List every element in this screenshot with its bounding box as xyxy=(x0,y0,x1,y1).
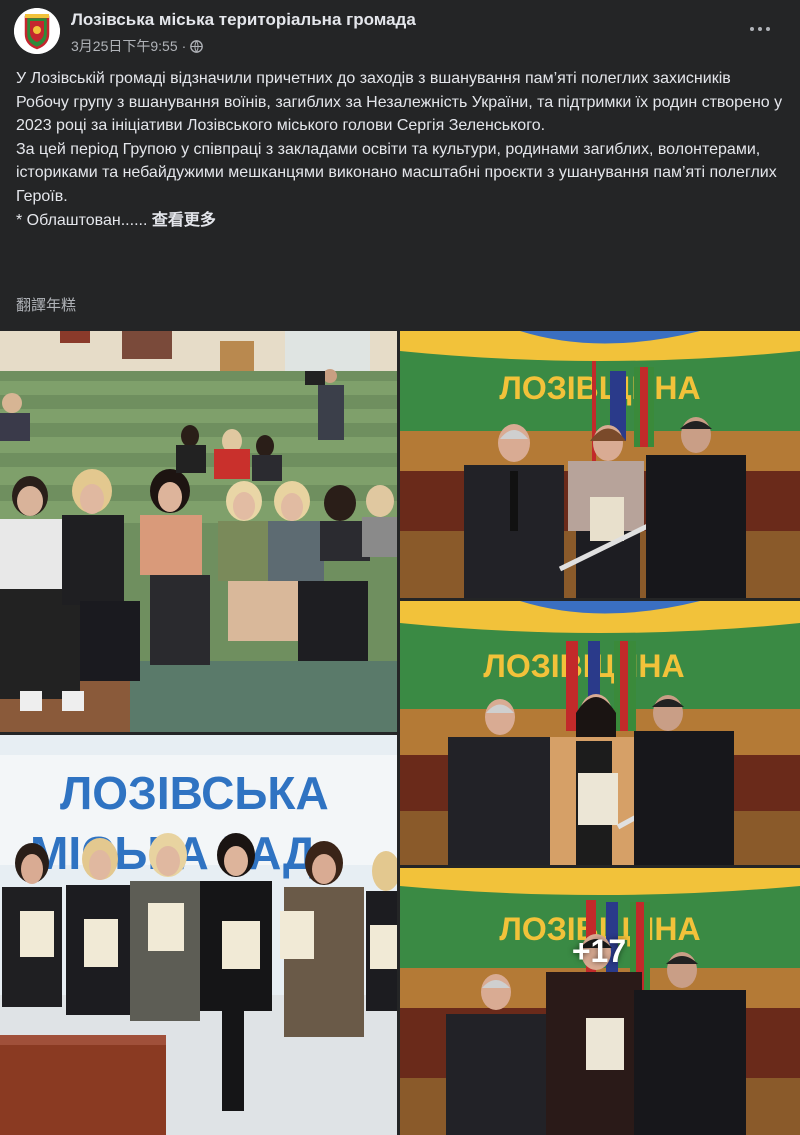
post-paragraph: За цей період Групою у співпраці з закла… xyxy=(16,140,777,205)
globe-icon[interactable] xyxy=(190,39,204,53)
dot-icon xyxy=(766,27,770,31)
photo-group-women[interactable]: ЛОЗІВСЬКА МІСЬКА РАД xyxy=(0,735,397,1135)
more-options-button[interactable] xyxy=(742,14,778,44)
post-text: У Лозівській громаді відзначили причетни… xyxy=(16,67,786,232)
photo-award-2[interactable]: ЛОЗІВЩИНА xyxy=(400,601,800,865)
banner-text: ЛОЗІВЩИНА xyxy=(499,370,700,406)
post-timestamp[interactable]: 3月25日下午9:55 xyxy=(71,36,178,56)
post-paragraph: У Лозівській громаді відзначили причетни… xyxy=(16,70,731,87)
banner-text: ЛОЗІВЩИНА xyxy=(483,648,684,684)
page-name[interactable]: Лозівська міська територіальна громада xyxy=(71,10,416,30)
post-paragraph: Робочу групу з вшанування воїнів, загибл… xyxy=(16,93,783,135)
photo-award-3[interactable]: ЛОЗІВЩИНА +17 xyxy=(400,868,800,1135)
banner-text-line1: ЛОЗІВСЬКА xyxy=(60,767,329,819)
more-photos-count: +17 xyxy=(571,933,627,969)
post-paragraph-truncated: * Облаштован...... 查看更多 xyxy=(16,209,786,233)
coat-of-arms-icon xyxy=(14,8,60,54)
more-photos-overlay[interactable]: +17 xyxy=(400,868,800,1135)
photo-audience-hall[interactable] xyxy=(0,331,397,732)
photo-gallery: ЛОЗІВЩИНА ЛОЗІВЩИНА ЛОЗІВСЬКА МІСЬКА РАД… xyxy=(0,331,800,1135)
see-more-link[interactable]: 查看更多 xyxy=(152,212,216,229)
post-header: Лозівська міська територіальна громада 3… xyxy=(0,0,800,62)
post-meta: 3月25日下午9:55 · xyxy=(71,36,204,56)
translate-link[interactable]: 翻譯年糕 xyxy=(16,294,76,315)
truncated-text: * Облаштован...... xyxy=(16,211,148,229)
dot-icon xyxy=(750,27,754,31)
dot-icon xyxy=(758,27,762,31)
photo-award-1[interactable]: ЛОЗІВЩИНА xyxy=(400,331,800,598)
meta-separator: · xyxy=(181,38,187,54)
page-avatar[interactable] xyxy=(14,8,60,54)
